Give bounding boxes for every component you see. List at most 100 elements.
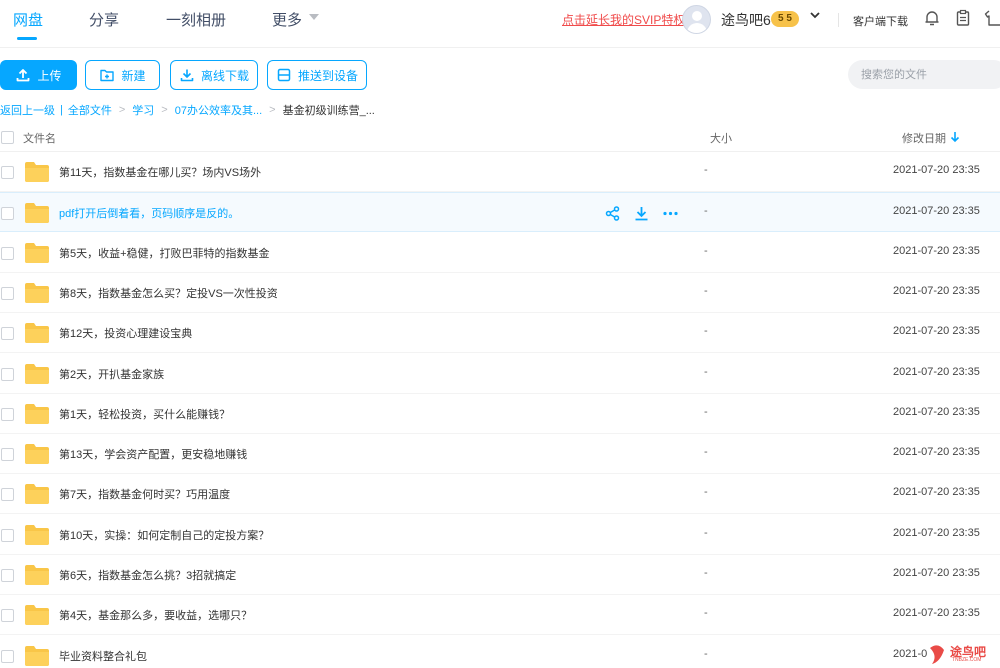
row-checkbox[interactable] bbox=[1, 327, 14, 340]
file-name[interactable]: 第7天，指数基金何时买？巧用温度 bbox=[59, 486, 230, 502]
tab-share[interactable]: 分享 bbox=[89, 9, 119, 30]
search-box bbox=[848, 60, 1000, 89]
row-checkbox[interactable] bbox=[1, 408, 14, 421]
table-row[interactable]: 毕业资料整合礼包 - 2021-0 bbox=[0, 636, 1000, 668]
breadcrumb-back-link[interactable]: 返回上一级 bbox=[0, 102, 55, 118]
shirt-icon[interactable] bbox=[984, 9, 1000, 27]
file-name[interactable]: 第1天，轻松投资，买什么能赚钱？ bbox=[59, 406, 230, 422]
new-label: 新建 bbox=[121, 68, 146, 83]
file-size: - bbox=[704, 406, 708, 418]
row-checkbox[interactable] bbox=[1, 448, 14, 461]
more-options-icon[interactable] bbox=[662, 205, 679, 222]
file-name[interactable]: 第2天，开扒基金家族 bbox=[59, 366, 164, 382]
file-size: - bbox=[704, 245, 708, 257]
table-row[interactable]: 第11天，指数基金在哪儿买？场内VS场外 - 2021-07-20 23:35 bbox=[0, 152, 1000, 192]
download-icon[interactable] bbox=[633, 205, 650, 222]
svip-renew-link[interactable]: 点击延长我的SVIP特权 bbox=[562, 11, 685, 28]
file-name[interactable]: 第4天，基金那么多，要收益，选哪只？ bbox=[59, 607, 252, 623]
search-input[interactable] bbox=[848, 60, 988, 89]
file-name[interactable]: 第8天，指数基金怎么买？定投VS一次性投资 bbox=[59, 285, 278, 301]
breadcrumb: 返回上一级 | 全部文件 > 学习 > 07办公效率及其... > 基金初级训练… bbox=[0, 102, 375, 118]
file-modified-date: 2021-07-20 23:35 bbox=[893, 527, 980, 539]
column-header-date[interactable]: 修改日期 bbox=[902, 130, 946, 146]
table-row[interactable]: pdf打开后倒着看，页码顺序是反的。 - 2021-07-20 23:35 bbox=[0, 192, 1000, 232]
file-name[interactable]: 第6天，指数基金怎么挑？3招就搞定 bbox=[59, 567, 236, 583]
row-checkbox[interactable] bbox=[1, 650, 14, 663]
chevron-down-icon[interactable] bbox=[809, 9, 821, 21]
clipboard-icon[interactable] bbox=[954, 9, 972, 27]
folder-icon bbox=[25, 525, 49, 545]
file-name[interactable]: 第10天，实操：如何定制自己的定投方案？ bbox=[59, 527, 269, 543]
file-name[interactable]: 第11天，指数基金在哪儿买？场内VS场外 bbox=[59, 164, 261, 180]
folder-icon bbox=[25, 162, 49, 182]
tab-netdisk[interactable]: 网盘 bbox=[13, 9, 43, 30]
column-header-name[interactable]: 文件名 bbox=[23, 130, 56, 146]
file-size: - bbox=[704, 205, 708, 217]
row-checkbox[interactable] bbox=[1, 207, 14, 220]
upload-button[interactable]: 上传 bbox=[0, 60, 77, 90]
file-modified-date: 2021-07-20 23:35 bbox=[893, 446, 980, 458]
folder-icon bbox=[25, 243, 49, 263]
row-checkbox[interactable] bbox=[1, 569, 14, 582]
table-row[interactable]: 第13天，学会资产配置，更安稳地赚钱 - 2021-07-20 23:35 bbox=[0, 434, 1000, 474]
table-header: 文件名 大小 修改日期 bbox=[0, 126, 1000, 152]
file-size: - bbox=[704, 446, 708, 458]
push-to-device-button[interactable]: 推送到设备 bbox=[267, 60, 367, 90]
new-folder-button[interactable]: 新建 bbox=[85, 60, 160, 90]
breadcrumb-all-files[interactable]: 全部文件 bbox=[68, 102, 112, 118]
table-row[interactable]: 第1天，轻松投资，买什么能赚钱？ - 2021-07-20 23:35 bbox=[0, 394, 1000, 434]
folder-icon bbox=[25, 323, 49, 343]
row-checkbox[interactable] bbox=[1, 488, 14, 501]
column-header-size[interactable]: 大小 bbox=[710, 130, 732, 146]
caret-down-icon[interactable] bbox=[309, 14, 319, 20]
row-checkbox[interactable] bbox=[1, 287, 14, 300]
file-name[interactable]: pdf打开后倒着看，页码顺序是反的。 bbox=[59, 205, 239, 221]
select-all-checkbox[interactable] bbox=[1, 131, 14, 144]
share-icon[interactable] bbox=[604, 205, 621, 222]
file-modified-date: 2021-07-20 23:35 bbox=[893, 567, 980, 579]
offline-download-button[interactable]: 离线下载 bbox=[170, 60, 258, 90]
breadcrumb-separator: | bbox=[60, 104, 63, 116]
table-row[interactable]: 第7天，指数基金何时买？巧用温度 - 2021-07-20 23:35 bbox=[0, 474, 1000, 514]
avatar[interactable] bbox=[682, 5, 711, 34]
row-checkbox[interactable] bbox=[1, 368, 14, 381]
breadcrumb-chevron-icon: > bbox=[269, 104, 276, 116]
tab-more[interactable]: 更多 bbox=[272, 9, 302, 30]
download-icon bbox=[180, 69, 194, 82]
file-modified-date: 2021-07-20 23:35 bbox=[893, 325, 980, 337]
file-name[interactable]: 毕业资料整合礼包 bbox=[59, 648, 147, 664]
row-checkbox[interactable] bbox=[1, 609, 14, 622]
row-checkbox[interactable] bbox=[1, 247, 14, 260]
file-name[interactable]: 第5天，收益+稳健，打败巴菲特的指数基金 bbox=[59, 245, 270, 261]
table-row[interactable]: 第10天，实操：如何定制自己的定投方案？ - 2021-07-20 23:35 bbox=[0, 515, 1000, 555]
file-size: - bbox=[704, 486, 708, 498]
folder-icon bbox=[25, 646, 49, 666]
table-row[interactable]: 第5天，收益+稳健，打败巴菲特的指数基金 - 2021-07-20 23:35 bbox=[0, 233, 1000, 273]
table-row[interactable]: 第6天，指数基金怎么挑？3招就搞定 - 2021-07-20 23:35 bbox=[0, 555, 1000, 595]
file-modified-date: 2021-07-20 23:35 bbox=[893, 366, 980, 378]
table-row[interactable]: 第4天，基金那么多，要收益，选哪只？ - 2021-07-20 23:35 bbox=[0, 595, 1000, 635]
username[interactable]: 途鸟吧6 bbox=[721, 10, 771, 30]
file-size: - bbox=[704, 648, 708, 660]
tab-album[interactable]: 一刻相册 bbox=[166, 9, 226, 30]
divider bbox=[838, 13, 839, 27]
table-row[interactable]: 第2天，开扒基金家族 - 2021-07-20 23:35 bbox=[0, 354, 1000, 394]
row-checkbox[interactable] bbox=[1, 166, 14, 179]
file-name[interactable]: 第13天，学会资产配置，更安稳地赚钱 bbox=[59, 446, 247, 462]
table-row[interactable]: 第8天，指数基金怎么买？定投VS一次性投资 - 2021-07-20 23:35 bbox=[0, 273, 1000, 313]
folder-icon bbox=[25, 283, 49, 303]
file-name[interactable]: 第12天，投资心理建设宝典 bbox=[59, 325, 192, 341]
active-tab-indicator bbox=[17, 37, 37, 40]
breadcrumb-item[interactable]: 07办公效率及其... bbox=[175, 102, 262, 118]
row-checkbox[interactable] bbox=[1, 529, 14, 542]
push-to-device-label: 推送到设备 bbox=[297, 68, 358, 83]
top-navigation: 网盘 分享 一刻相册 更多 点击延长我的SVIP特权 途鸟吧6 5 5 客户端下… bbox=[0, 0, 1000, 48]
client-download-link[interactable]: 客户端下载 bbox=[853, 13, 908, 29]
breadcrumb-item[interactable]: 学习 bbox=[132, 102, 154, 118]
sort-down-arrow-icon[interactable] bbox=[950, 131, 960, 143]
watermark-subtext: TNBZE.COM bbox=[952, 657, 982, 663]
file-modified-date: 2021-07-20 23:35 bbox=[893, 406, 980, 418]
table-row[interactable]: 第12天，投资心理建设宝典 - 2021-07-20 23:35 bbox=[0, 313, 1000, 353]
vip-level-badge: 5 5 bbox=[771, 11, 799, 27]
bell-icon[interactable] bbox=[923, 9, 941, 27]
